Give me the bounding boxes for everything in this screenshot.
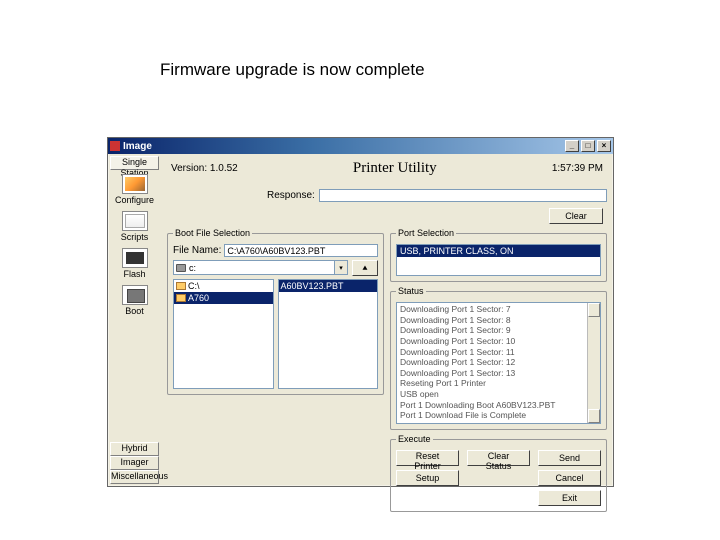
sidebar: Single Station Configure Scripts Flash B… [108, 154, 161, 486]
status-line: Reseting Port 1 Printer [400, 378, 597, 389]
list-item[interactable]: A760 [174, 292, 273, 304]
list-item[interactable]: C:\ [174, 280, 273, 292]
status-line: Downloading Port 1 Sector: 8 [400, 315, 597, 326]
sidebar-tab-miscellaneous[interactable]: Miscellaneous [110, 470, 159, 484]
response-input[interactable] [319, 189, 607, 202]
list-item[interactable]: USB, PRINTER CLASS, ON [397, 245, 600, 257]
boot-icon [122, 285, 148, 305]
port-selection-group: Port Selection USB, PRINTER CLASS, ON [390, 228, 607, 282]
chevron-down-icon[interactable]: ▾ [334, 261, 347, 274]
sidebar-item-configure[interactable]: Configure [110, 170, 159, 207]
clear-button[interactable]: Clear [549, 208, 603, 224]
minimize-button[interactable]: _ [565, 140, 579, 152]
file-name-input[interactable] [224, 244, 378, 257]
drive-select[interactable]: c: ▾ [173, 260, 348, 275]
status-line: Downloading Port 1 Sector: 10 [400, 336, 597, 347]
app-icon [110, 141, 120, 151]
status-listbox[interactable]: Downloading Port 1 Sector: 7 Downloading… [396, 302, 601, 424]
sidebar-tab-single-station[interactable]: Single Station [110, 156, 159, 170]
setup-button[interactable]: Setup [396, 470, 459, 486]
drive-icon [176, 264, 186, 272]
status-line: USB open [400, 421, 597, 424]
app-title: Printer Utility [238, 160, 552, 177]
status-line: Downloading Port 1 Sector: 13 [400, 368, 597, 379]
port-selection-legend: Port Selection [396, 228, 456, 238]
nav-up-button[interactable]: ⯅ [352, 260, 378, 276]
status-line: Port 1 Downloading Boot A60BV123.PBT [400, 400, 597, 411]
execute-legend: Execute [396, 434, 433, 444]
clear-status-button[interactable]: Clear Status [467, 450, 530, 466]
status-line: Downloading Port 1 Sector: 11 [400, 347, 597, 358]
response-label: Response: [267, 190, 315, 201]
exit-button[interactable]: Exit [538, 490, 601, 506]
sidebar-tab-hybrid[interactable]: Hybrid [110, 442, 159, 456]
page-caption: Firmware upgrade is now complete [160, 60, 425, 80]
maximize-button[interactable]: □ [581, 140, 595, 152]
close-button[interactable]: × [597, 140, 611, 152]
status-group: Status Downloading Port 1 Sector: 7 Down… [390, 286, 607, 430]
clock: 1:57:39 PM [552, 163, 603, 174]
sidebar-item-label: Flash [123, 269, 145, 279]
list-item[interactable]: A60BV123.PBT [279, 280, 378, 292]
sidebar-item-boot[interactable]: Boot [110, 281, 159, 318]
main-panel: Version: 1.0.52 Printer Utility 1:57:39 … [161, 154, 613, 486]
sidebar-item-label: Configure [115, 195, 154, 205]
status-line: Downloading Port 1 Sector: 9 [400, 325, 597, 336]
status-legend: Status [396, 286, 426, 296]
folder-listbox[interactable]: C:\ A760 [173, 279, 274, 389]
execute-group: Execute Reset Printer Clear Status Send … [390, 434, 607, 512]
folder-icon [176, 282, 186, 290]
sidebar-item-flash[interactable]: Flash [110, 244, 159, 281]
file-listbox[interactable]: A60BV123.PBT [278, 279, 379, 389]
status-line: Port 1 Download File is Complete [400, 410, 597, 421]
file-name-label: File Name: [173, 245, 221, 256]
app-window: Image _ □ × Single Station Configure Scr… [107, 137, 614, 487]
scrollbar[interactable] [587, 303, 600, 423]
sidebar-item-label: Boot [125, 306, 144, 316]
boot-file-selection-group: Boot File Selection File Name: c: ▾ ⯅ [167, 228, 384, 395]
scripts-icon [122, 211, 148, 231]
version-label: Version: 1.0.52 [171, 163, 238, 174]
sidebar-item-label: Scripts [121, 232, 149, 242]
folder-icon [176, 294, 186, 302]
cancel-button[interactable]: Cancel [538, 470, 601, 486]
reset-printer-button[interactable]: Reset Printer [396, 450, 459, 466]
titlebar[interactable]: Image _ □ × [108, 138, 613, 154]
window-title: Image [123, 141, 563, 152]
sidebar-tab-imager[interactable]: Imager [110, 456, 159, 470]
status-line: Downloading Port 1 Sector: 12 [400, 357, 597, 368]
status-line: USB open [400, 389, 597, 400]
boot-file-legend: Boot File Selection [173, 228, 252, 238]
sidebar-item-scripts[interactable]: Scripts [110, 207, 159, 244]
configure-icon [122, 174, 148, 194]
flash-icon [122, 248, 148, 268]
port-listbox[interactable]: USB, PRINTER CLASS, ON [396, 244, 601, 276]
drive-label: c: [189, 263, 196, 273]
send-button[interactable]: Send [538, 450, 601, 466]
status-line: Downloading Port 1 Sector: 7 [400, 304, 597, 315]
